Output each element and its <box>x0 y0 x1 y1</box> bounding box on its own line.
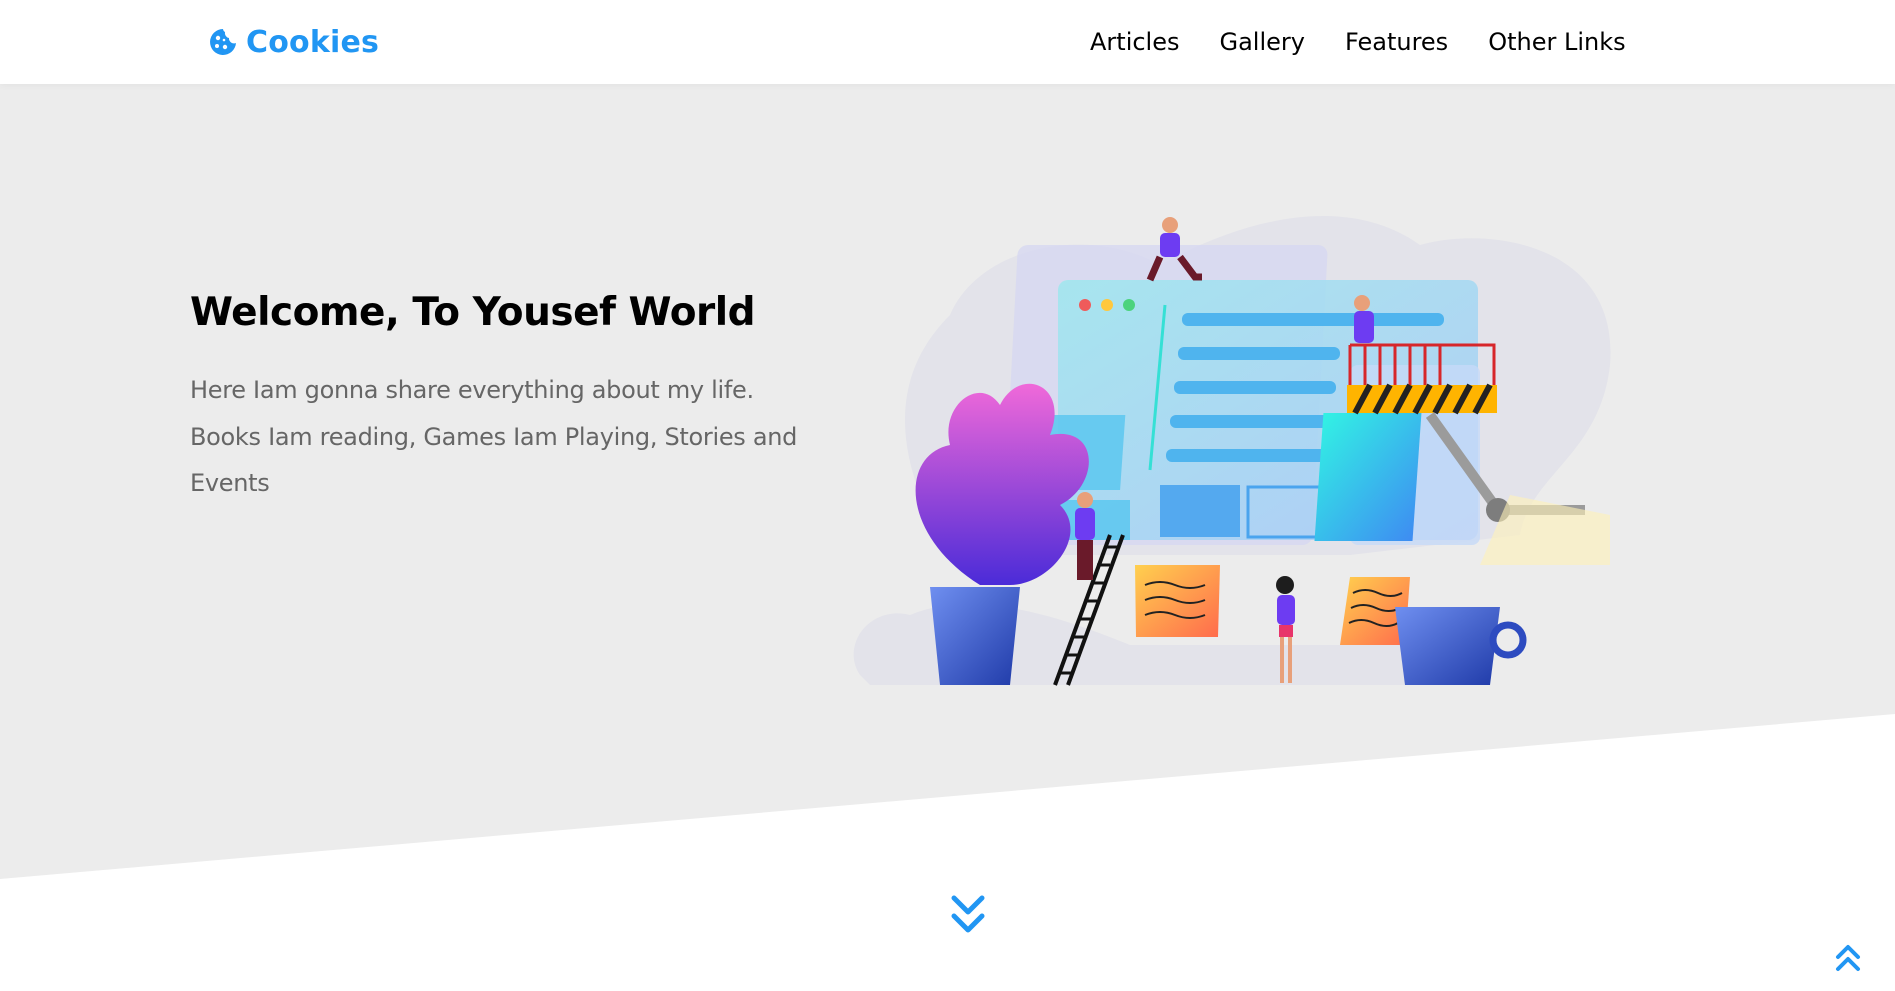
hero-title: Welcome, To Yousef World <box>190 290 756 335</box>
scroll-down-button[interactable] <box>946 892 990 938</box>
nav-item-features[interactable]: Features <box>1345 28 1448 56</box>
main-nav: Articles Gallery Features Other Links <box>1056 0 1626 84</box>
site-header: Cookies Articles Gallery Features Other … <box>0 0 1895 84</box>
back-to-top-button[interactable] <box>1832 941 1864 973</box>
double-chevron-up-icon <box>1836 945 1860 971</box>
hero-section: Welcome, To Yousef World Here Iam gonna … <box>190 285 830 507</box>
nav-item-gallery[interactable]: Gallery <box>1220 28 1305 56</box>
cookie-icon <box>210 29 236 55</box>
hero-illustration <box>853 216 1611 686</box>
hero-description: Here Iam gonna share everything about my… <box>190 376 798 497</box>
nav-item-articles[interactable]: Articles <box>1090 28 1180 56</box>
double-chevron-down-icon <box>951 895 985 933</box>
brand-logo[interactable]: Cookies <box>208 22 379 62</box>
nav-item-other-links[interactable]: Other Links <box>1488 28 1625 56</box>
brand-name: Cookies <box>246 24 380 60</box>
